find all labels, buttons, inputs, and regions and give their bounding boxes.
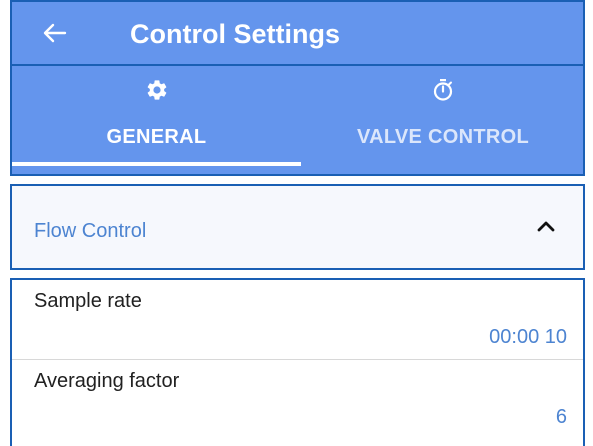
flow-control-title: Flow Control	[34, 220, 147, 242]
averaging-factor-label: Averaging factor	[34, 370, 180, 392]
tab-valve-control-label: VALVE CONTROL	[356, 126, 530, 148]
chevron-up-icon	[537, 221, 555, 232]
back-button[interactable]	[38, 16, 72, 50]
stopwatch-icon	[433, 79, 453, 101]
gear-icon	[147, 80, 166, 100]
page-title: Control Settings	[130, 19, 340, 49]
sample-rate-value: 00:00 10	[489, 326, 567, 348]
settings-list: Sample rate 00:00 10 Averaging factor 6	[10, 278, 585, 446]
flow-control-panel-header[interactable]: Flow Control	[10, 184, 585, 270]
tab-bar: GENERAL VALVE CONTROL	[10, 66, 585, 176]
active-tab-indicator	[12, 162, 301, 166]
setting-row-averaging-factor[interactable]: Averaging factor 6	[12, 360, 583, 440]
app-bar: Control Settings	[10, 0, 585, 66]
setting-row-sample-rate[interactable]: Sample rate 00:00 10	[12, 280, 583, 360]
tab-valve-control[interactable]: VALVE CONTROL	[301, 66, 585, 174]
averaging-factor-value: 6	[555, 406, 567, 428]
arrow-left-icon	[43, 23, 67, 43]
sample-rate-label: Sample rate	[34, 290, 142, 312]
tab-general[interactable]: GENERAL	[12, 66, 301, 174]
tab-general-label: GENERAL	[106, 126, 207, 148]
